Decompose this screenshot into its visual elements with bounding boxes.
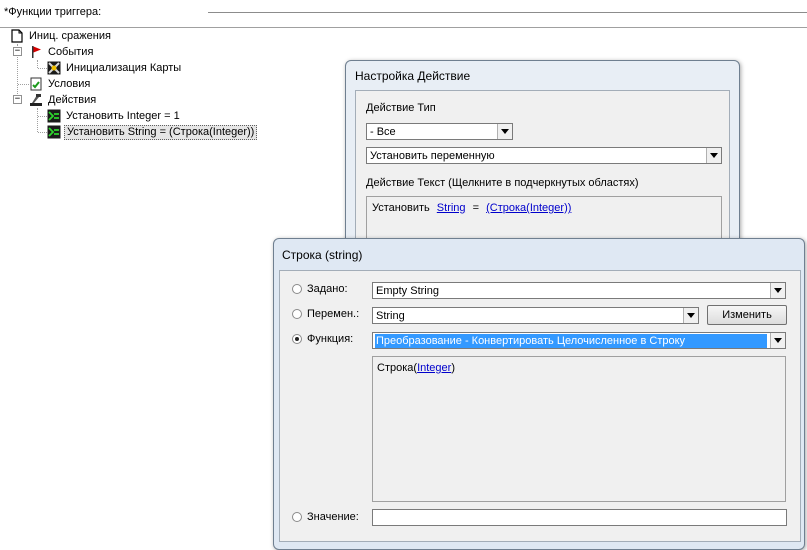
dialog-title: Строка (string): [282, 248, 363, 262]
set-variable-icon: [47, 109, 61, 123]
map-event-icon: [47, 61, 61, 75]
tree-connector: [38, 116, 47, 117]
variable-select[interactable]: String: [372, 307, 699, 324]
action-type-select[interactable]: - Все: [366, 123, 513, 140]
edit-variable-button[interactable]: Изменить: [707, 305, 787, 325]
chevron-down-icon[interactable]: [683, 308, 698, 323]
preset-radio[interactable]: [292, 284, 302, 294]
function-radio[interactable]: [292, 334, 302, 344]
tree-connector: [18, 84, 29, 85]
action-config-dialog: Настройка Действие Действие Тип - Все Ус…: [345, 60, 740, 262]
integer-link[interactable]: Integer: [417, 362, 451, 374]
chevron-down-icon[interactable]: [497, 124, 512, 139]
action-select[interactable]: Установить переменную: [366, 147, 722, 164]
tree-connector: [38, 68, 47, 69]
tree-item-events[interactable]: События: [29, 44, 95, 60]
document-icon: [10, 29, 24, 43]
tree-item-label: Действия: [48, 94, 97, 106]
chevron-down-icon[interactable]: [706, 148, 721, 163]
tree-item-label: События: [48, 46, 94, 58]
dialog-body: Действие Тип - Все Установить переменную…: [355, 90, 730, 262]
preset-value: Empty String: [376, 285, 439, 297]
function-select[interactable]: Преобразование - Конвертировать Целочисл…: [372, 332, 786, 349]
value-input[interactable]: [372, 509, 787, 526]
chevron-down-icon[interactable]: [770, 283, 785, 298]
function-text-suffix: ): [451, 362, 455, 374]
actions-icon: [29, 93, 43, 107]
function-text-box: Строка(Integer): [372, 356, 786, 502]
set-variable-icon: [47, 125, 61, 139]
title-divider: [208, 12, 807, 13]
tree-item-action-selected[interactable]: Установить String = (Строка(Integer)): [47, 124, 258, 140]
value-radio[interactable]: [292, 512, 302, 522]
tree-connector: [38, 132, 47, 133]
variable-link[interactable]: String: [437, 202, 466, 214]
conditions-icon: [29, 77, 43, 91]
function-value: Преобразование - Конвертировать Целочисл…: [375, 334, 767, 348]
function-link[interactable]: (Строка(Integer)): [486, 202, 571, 214]
action-text-label: Действие Текст (Щелкните в подчеркнутых …: [366, 177, 639, 189]
chevron-down-icon[interactable]: [770, 333, 785, 348]
tree-item-label: Установить Integer = 1: [66, 110, 180, 122]
function-text: Строка(Integer): [377, 362, 455, 374]
header-divider: [0, 27, 807, 28]
tree-connector: [37, 60, 38, 68]
tree-item-label: Условия: [48, 78, 91, 90]
red-flag-icon: [29, 45, 43, 59]
tree-item-root[interactable]: Иниц. сражения: [10, 28, 113, 44]
tree-item-action[interactable]: Установить Integer = 1: [47, 108, 182, 124]
value-label: Значение:: [307, 511, 359, 523]
collapse-toggle[interactable]: −: [13, 47, 22, 56]
tree-item-label: Иниц. сражения: [29, 30, 111, 42]
tree-item-event[interactable]: Инициализация Карты: [47, 60, 183, 76]
action-text-prefix: Установить: [372, 202, 430, 214]
function-text-prefix: Строка(: [377, 362, 418, 374]
panel-title: *Функции триггера:: [4, 6, 102, 18]
variable-label: Перемен.:: [307, 308, 360, 320]
tree-item-label: Инициализация Карты: [66, 62, 182, 74]
action-value: Установить переменную: [370, 150, 495, 162]
preset-label: Задано:: [307, 283, 348, 295]
function-label: Функция:: [307, 333, 354, 345]
tree-item-label: Установить String = (Строка(Integer)): [64, 124, 258, 140]
collapse-toggle[interactable]: −: [13, 95, 22, 104]
string-dialog: Строка (string) Задано: Empty String Пер…: [273, 238, 805, 550]
tree-item-actions[interactable]: Действия: [29, 92, 98, 108]
dialog-title: Настройка Действие: [355, 69, 471, 83]
variable-radio[interactable]: [292, 309, 302, 319]
preset-select[interactable]: Empty String: [372, 282, 786, 299]
tree-item-conditions[interactable]: Условия: [29, 76, 92, 92]
action-type-value: - Все: [370, 126, 396, 138]
action-type-label: Действие Тип: [366, 102, 436, 114]
variable-value: String: [376, 310, 405, 322]
tree-connector: [37, 108, 38, 132]
equals-sign: =: [472, 202, 480, 214]
action-text: Установить String = (Строка(Integer)): [372, 202, 571, 214]
dialog-body: Задано: Empty String Перемен.: String Из…: [279, 270, 801, 542]
